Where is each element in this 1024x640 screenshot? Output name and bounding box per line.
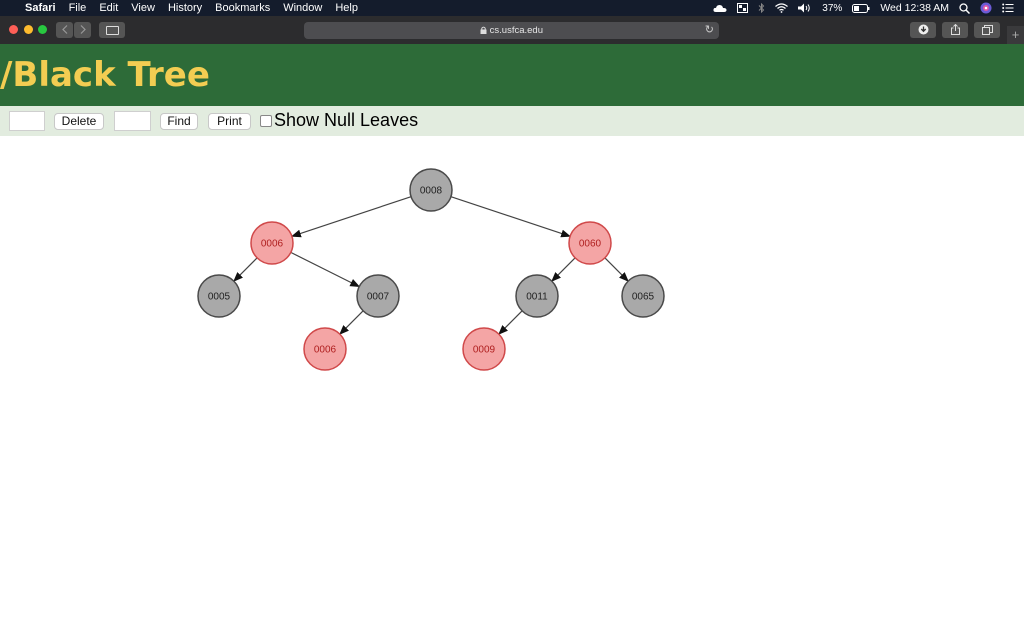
tree-node-label: 0065 xyxy=(632,292,655,303)
tree-edge xyxy=(551,257,576,282)
tree-edge xyxy=(233,257,258,282)
tree-edge xyxy=(339,310,364,335)
tree-canvas: 0008 0006 0060 0005 0007 0011 0065 0006 0009 xyxy=(197,168,665,371)
tree-edge xyxy=(604,257,629,282)
black-tree-node: 0007 xyxy=(356,274,400,318)
tree-edge xyxy=(290,196,412,238)
black-tree-node: 0008 xyxy=(409,168,453,212)
tree-node-label: 0006 xyxy=(261,239,284,250)
tree-node-label: 0008 xyxy=(420,186,443,197)
tree-node-label: 0005 xyxy=(208,292,231,303)
black-tree-node: 0065 xyxy=(621,274,665,318)
tree-node-label: 0006 xyxy=(314,345,337,356)
tree-node-label: 0009 xyxy=(473,345,496,356)
tree-node-label: 0011 xyxy=(526,292,548,303)
red-tree-node: 0006 xyxy=(303,327,347,371)
tree-node-label: 0060 xyxy=(579,239,602,250)
tree-edge xyxy=(498,310,523,335)
tree-edge xyxy=(290,251,361,288)
red-tree-node: 0060 xyxy=(568,221,612,265)
tree-edge xyxy=(450,196,572,238)
red-tree-node: 0009 xyxy=(462,327,506,371)
tree-node-label: 0007 xyxy=(367,292,390,303)
black-tree-node: 0011 xyxy=(515,274,559,318)
black-tree-node: 0005 xyxy=(197,274,241,318)
red-tree-node: 0006 xyxy=(250,221,294,265)
